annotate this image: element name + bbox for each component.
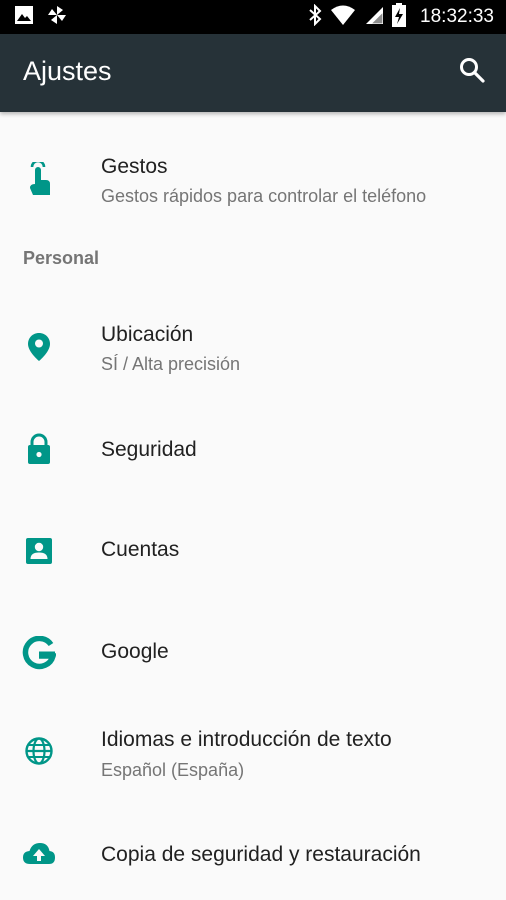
page-title: Ajustes <box>23 56 112 86</box>
bluetooth-icon <box>308 3 322 31</box>
status-bar: 18:32:33 <box>0 0 506 34</box>
location-pin-icon <box>22 330 56 364</box>
account-box-icon <box>22 534 56 568</box>
settings-item-title: Seguridad <box>101 438 197 461</box>
settings-item-title: Copia de seguridad y restauración <box>101 843 421 866</box>
pinwheel-icon <box>46 4 68 31</box>
lock-icon <box>22 432 56 466</box>
settings-item-seguridad[interactable]: Seguridad <box>0 418 506 520</box>
settings-item-title: Cuentas <box>101 538 180 561</box>
battery-charging-icon <box>392 2 407 32</box>
settings-item-gestos[interactable]: Gestos Gestos rápidos para controlar el … <box>0 142 506 252</box>
settings-item-google[interactable]: Google <box>0 622 506 724</box>
image-icon <box>14 5 34 30</box>
google-g-icon <box>22 636 56 670</box>
settings-item-subtitle: Español (España) <box>101 760 245 780</box>
wifi-icon <box>330 4 356 31</box>
settings-item-title: Google <box>101 640 169 663</box>
gesture-touch-icon <box>22 162 56 196</box>
cell-signal-icon <box>364 5 384 30</box>
app-bar: Ajustes <box>0 34 506 112</box>
search-icon <box>459 57 485 88</box>
settings-item-title: Ubicación <box>101 323 194 346</box>
section-header-personal: Personal <box>23 248 100 268</box>
globe-icon <box>22 734 56 768</box>
settings-item-idiomas[interactable]: Idiomas e introducción de texto Español … <box>0 724 506 824</box>
settings-item-title: Gestos <box>101 155 168 178</box>
status-time: 18:32:33 <box>420 6 494 27</box>
search-button[interactable] <box>456 56 488 88</box>
settings-item-title: Idiomas e introducción de texto <box>101 728 392 751</box>
cloud-upload-icon <box>22 836 56 870</box>
settings-item-ubicacion[interactable]: Ubicación SÍ / Alta precisión <box>0 310 506 418</box>
settings-item-subtitle: Gestos rápidos para controlar el teléfon… <box>101 186 427 206</box>
settings-item-cuentas[interactable]: Cuentas <box>0 520 506 622</box>
settings-item-subtitle: SÍ / Alta precisión <box>101 354 241 374</box>
settings-item-copia-seguridad[interactable]: Copia de seguridad y restauración <box>0 824 506 900</box>
